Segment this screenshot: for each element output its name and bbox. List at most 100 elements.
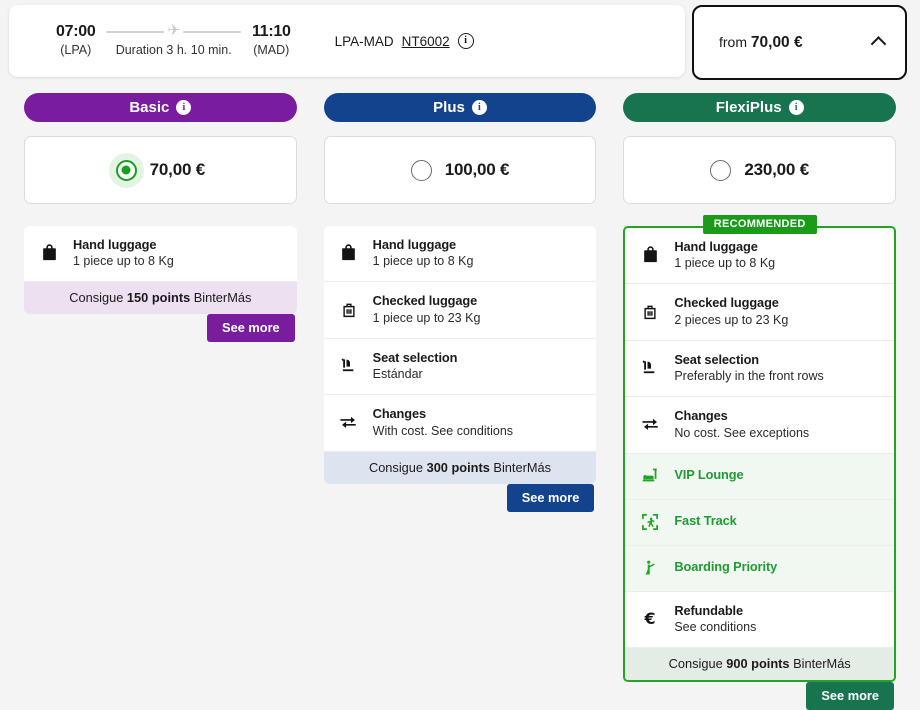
itinerary: 07:00 (LPA) ✈ Duration 3 h. 10 min. 11:1…: [9, 22, 291, 60]
refundable-euro-icon: €: [639, 608, 661, 629]
feature-title: Refundable: [674, 603, 756, 619]
boarding-priority-icon: [639, 558, 661, 578]
checked-luggage-icon: [639, 302, 661, 322]
fare-column-plus: Plusi 100,00 € Hand luggage1 piece up to 8…: [324, 93, 597, 512]
fare-price-value: 70,00 €: [150, 160, 205, 180]
feature-text: ChangesWith cost. See conditions: [373, 406, 513, 438]
fare-tier-pill-basic[interactable]: Basici: [24, 93, 297, 122]
feature-title: Hand luggage: [373, 237, 474, 253]
feature-title: Checked luggage: [373, 293, 481, 309]
arrival-endpoint: 11:10 (MAD): [252, 22, 291, 60]
feature-text: ChangesNo cost. See exceptions: [674, 408, 809, 440]
fare-features-wrap-plus: Hand luggage1 piece up to 8 Kg Checked lu…: [324, 226, 597, 484]
feature-title: Boarding Priority: [674, 559, 777, 575]
feature-text: Hand luggage1 piece up to 8 Kg: [373, 237, 474, 269]
feature-row: Hand luggage1 piece up to 8 Kg: [24, 226, 297, 282]
fare-column-basic: Basici 70,00 € Hand luggage1 piece up to 8…: [24, 93, 297, 342]
seat-selection-icon: [639, 358, 661, 378]
feature-subtitle: Preferably in the front rows: [674, 368, 823, 384]
fare-price-option-plus[interactable]: 100,00 €: [324, 136, 597, 204]
points-prefix: Consigue: [69, 290, 127, 305]
flight-duration: Duration 3 h. 10 min.: [106, 41, 241, 60]
fast-track-icon: [639, 512, 661, 532]
price-dropdown-label: from 70,00 €: [719, 34, 803, 52]
fare-features-panel-flexiplus: Hand luggage1 piece up to 8 KgChecked lu…: [623, 226, 896, 682]
chevron-up-icon[interactable]: [871, 36, 887, 52]
route-label: LPA-MAD: [335, 34, 394, 49]
feature-subtitle: 1 piece up to 8 Kg: [73, 253, 174, 269]
feature-text: Checked luggage2 pieces up to 23 Kg: [674, 295, 788, 327]
leg-line-left: [106, 31, 164, 33]
points-prefix: Consigue: [369, 460, 427, 475]
fare-features-panel-plus: Hand luggage1 piece up to 8 Kg Checked lu…: [324, 226, 597, 484]
changes-icon: [338, 413, 360, 431]
fare-tier-info-icon[interactable]: i: [472, 100, 487, 115]
see-more-button-basic[interactable]: See more: [207, 314, 295, 342]
hand-luggage-icon: [338, 243, 360, 263]
vip-lounge-icon: [639, 466, 661, 486]
fare-tier-name: FlexiPlus: [716, 99, 782, 116]
fare-price-option-flexiplus[interactable]: 230,00 €: [623, 136, 896, 204]
fare-features-wrap-flexiplus: RECOMMENDEDHand luggage1 piece up to 8 K…: [623, 226, 896, 682]
fare-price-option-basic[interactable]: 70,00 €: [24, 136, 297, 204]
departure-airport-code: (LPA): [56, 41, 95, 60]
feature-subtitle: 1 piece up to 8 Kg: [373, 253, 474, 269]
feature-subtitle: 2 pieces up to 23 Kg: [674, 312, 788, 328]
flight-info-icon[interactable]: i: [458, 33, 474, 49]
feature-row: Boarding Priority: [625, 546, 894, 592]
see-more-row: See more: [24, 314, 297, 342]
feature-subtitle: See conditions: [674, 619, 756, 635]
feature-row: Seat selectionPreferably in the front ro…: [625, 341, 894, 397]
feature-title: Hand luggage: [73, 237, 174, 253]
feature-text: Hand luggage1 piece up to 8 Kg: [73, 237, 174, 269]
fare-tier-name: Plus: [433, 99, 465, 116]
fare-features-wrap-basic: Hand luggage1 piece up to 8 Kg Consigue 1…: [24, 226, 297, 314]
fare-radio-flexiplus[interactable]: [710, 160, 731, 181]
see-more-row: See more: [623, 682, 896, 710]
fare-column-flexiplus: FlexiPlus i 230,00 € RECOMMENDEDHand luggag…: [623, 93, 896, 710]
price-prefix: from: [719, 34, 751, 50]
fare-price-value: 100,00 €: [445, 160, 510, 180]
price-dropdown-toggle[interactable]: from 70,00 €: [692, 5, 907, 80]
fare-price-value: 230,00 €: [744, 160, 809, 180]
price-amount: 70,00 €: [751, 34, 803, 51]
arrival-airport-code: (MAD): [252, 41, 291, 60]
fare-tier-pill-plus[interactable]: Plusi: [324, 93, 597, 122]
feature-text: Seat selectionEstándar: [373, 350, 458, 382]
flight-leg: ✈ Duration 3 h. 10 min.: [95, 22, 252, 60]
fare-tier-info-icon[interactable]: i: [176, 100, 191, 115]
points-suffix: BinterMás: [490, 460, 551, 475]
svg-text:€: €: [644, 609, 656, 628]
bintermas-points-banner: Consigue 900 points BinterMás: [625, 648, 894, 680]
departure-time: 07:00: [56, 22, 95, 41]
feature-row: ChangesWith cost. See conditions: [324, 395, 597, 451]
hand-luggage-icon: [639, 245, 661, 265]
feature-row: Seat selectionEstándar: [324, 339, 597, 395]
feature-text: Boarding Priority: [674, 559, 777, 575]
leg-line-right: [183, 31, 241, 33]
fare-tier-info-icon[interactable]: i: [789, 100, 804, 115]
see-more-button-plus[interactable]: See more: [507, 484, 595, 512]
checked-luggage-icon: [338, 300, 360, 320]
fare-tier-pill-flexiplus[interactable]: FlexiPlus i: [623, 93, 896, 122]
points-value: 150 points: [127, 290, 190, 305]
hand-luggage-icon: [38, 243, 60, 263]
feature-text: Checked luggage1 piece up to 23 Kg: [373, 293, 481, 325]
flight-number-link[interactable]: NT6002: [402, 34, 450, 49]
feature-row: ChangesNo cost. See exceptions: [625, 397, 894, 453]
fare-radio-plus[interactable]: [411, 160, 432, 181]
see-more-button-flexiplus[interactable]: See more: [806, 682, 894, 710]
feature-row: € RefundableSee conditions: [625, 592, 894, 648]
feature-text: Seat selectionPreferably in the front ro…: [674, 352, 823, 384]
feature-title: Seat selection: [373, 350, 458, 366]
fare-radio-basic[interactable]: [116, 160, 137, 181]
feature-title: VIP Lounge: [674, 467, 743, 483]
feature-text: VIP Lounge: [674, 467, 743, 483]
feature-title: Checked luggage: [674, 295, 788, 311]
fare-features-panel-basic: Hand luggage1 piece up to 8 Kg Consigue 1…: [24, 226, 297, 314]
feature-subtitle: 1 piece up to 8 Kg: [674, 255, 775, 271]
feature-row: VIP Lounge: [625, 454, 894, 500]
points-suffix: BinterMás: [190, 290, 251, 305]
feature-subtitle: With cost. See conditions: [373, 423, 513, 439]
feature-title: Changes: [373, 406, 513, 422]
